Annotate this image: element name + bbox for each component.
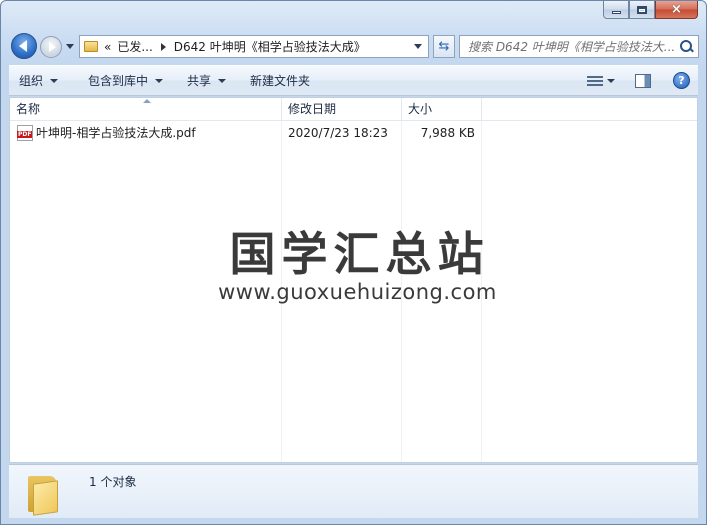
column-headers: 名称 修改日期 大小 [10, 98, 697, 121]
item-count: 1 个对象 [89, 475, 137, 489]
chevron-down-icon [50, 78, 59, 83]
watermark-chinese: 国学汇总站 [229, 227, 490, 281]
file-name[interactable]: 叶坤明-相学占验技法大成.pdf [36, 123, 196, 143]
explorer-window: × « 已发... D642 叶坤明《相学占验技法大成》 ⇆ 组织 包含到库中 … [0, 0, 707, 525]
include-in-library-button[interactable]: 包含到库中 [78, 66, 173, 95]
maximize-button[interactable] [629, 1, 655, 19]
column-header-name[interactable]: 名称 [10, 98, 282, 121]
caption-buttons: × [603, 1, 698, 21]
details-pane: 1 个对象 [9, 464, 698, 518]
minimize-icon [611, 11, 621, 14]
forward-button[interactable] [40, 36, 62, 58]
maximize-icon [637, 5, 647, 14]
search-box[interactable] [459, 35, 699, 58]
toolbar-right: ? [587, 66, 690, 95]
file-size: 7,988 KB [420, 126, 475, 140]
view-options-icon[interactable] [587, 75, 603, 87]
folder-icon [28, 473, 64, 516]
minimize-button[interactable] [603, 1, 629, 19]
refresh-button[interactable]: ⇆ [433, 35, 455, 58]
chevron-down-icon [155, 78, 164, 83]
file-list: 名称 修改日期 大小 PDF 叶坤明-相学占验技法大成.pdf 2020/7/2… [9, 97, 698, 463]
breadcrumb: « 已发... D642 叶坤明《相学占验技法大成》 [104, 38, 366, 55]
chevron-down-icon [218, 78, 227, 83]
column-header-name-label: 名称 [16, 102, 41, 116]
column-header-date[interactable]: 修改日期 [282, 98, 402, 121]
address-dropdown[interactable] [414, 44, 422, 49]
arrow-right-icon [48, 42, 56, 52]
share-label: 共享 [187, 74, 212, 88]
share-button[interactable]: 共享 [177, 66, 236, 95]
pdf-icon: PDF [17, 125, 33, 141]
table-row[interactable]: PDF 叶坤明-相学占验技法大成.pdf 2020/7/23 18:23 7,9… [10, 123, 697, 143]
chevron-down-icon[interactable] [607, 78, 615, 83]
folder-front-shape [33, 480, 58, 516]
column-header-date-label: 修改日期 [288, 102, 337, 116]
arrow-left-icon [19, 40, 27, 52]
column-header-size-label: 大小 [408, 102, 433, 116]
close-icon: × [671, 2, 682, 17]
pdf-badge: PDF [17, 131, 33, 138]
chevron-right-icon[interactable] [160, 42, 166, 51]
refresh-icon: ⇆ [438, 39, 450, 54]
column-header-size[interactable]: 大小 [402, 98, 482, 121]
organize-button[interactable]: 组织 [9, 66, 68, 95]
folder-icon [84, 41, 98, 52]
command-bar: 组织 包含到库中 共享 新建文件夹 ? [9, 65, 698, 96]
help-icon[interactable]: ? [673, 72, 690, 89]
close-button[interactable]: × [655, 1, 698, 19]
back-button[interactable] [11, 33, 37, 59]
search-input[interactable] [460, 36, 677, 57]
search-icon[interactable] [677, 38, 695, 56]
sort-ascending-icon [143, 99, 151, 103]
file-date: 2020/7/23 18:23 [288, 126, 388, 140]
new-folder-label: 新建文件夹 [250, 74, 311, 88]
breadcrumb-item-current[interactable]: D642 叶坤明《相学占验技法大成》 [174, 38, 366, 55]
include-in-library-label: 包含到库中 [88, 74, 149, 88]
address-bar[interactable]: « 已发... D642 叶坤明《相学占验技法大成》 [79, 35, 429, 58]
navigation-bar: « 已发... D642 叶坤明《相学占验技法大成》 ⇆ [9, 32, 699, 60]
organize-label: 组织 [19, 74, 44, 88]
new-folder-button[interactable]: 新建文件夹 [240, 66, 320, 95]
breadcrumb-item-parent[interactable]: 已发... [117, 38, 152, 55]
breadcrumb-overflow[interactable]: « [104, 40, 111, 54]
preview-pane-icon[interactable] [635, 73, 651, 88]
recent-pages-dropdown[interactable] [66, 44, 74, 49]
watermark-url: www.guoxuehuizong.com [218, 280, 497, 304]
